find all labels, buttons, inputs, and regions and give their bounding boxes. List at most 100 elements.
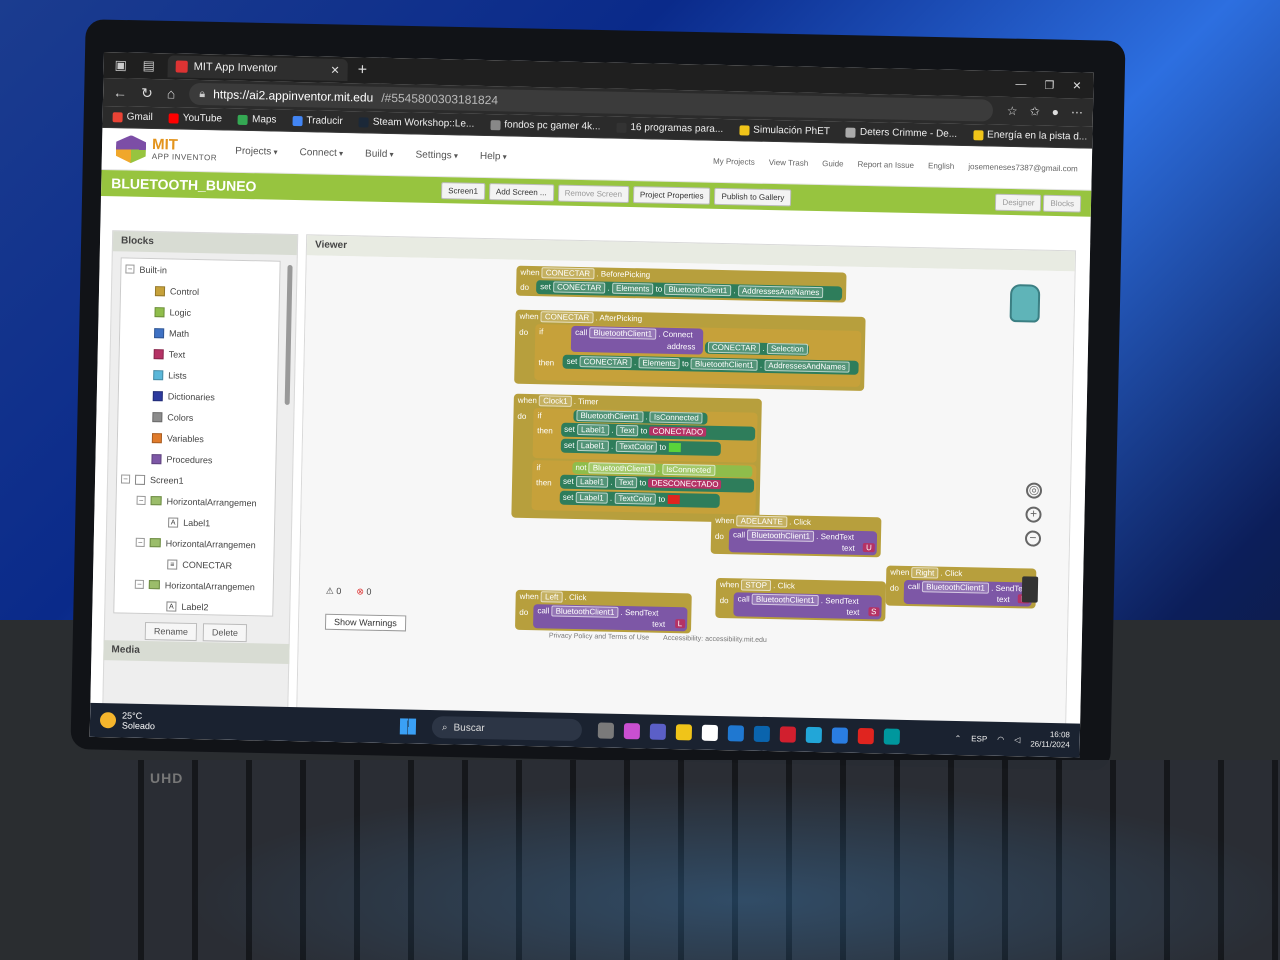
delete-button[interactable]: Delete [202, 623, 248, 643]
component-dropdown[interactable]: ADELANTE [736, 515, 788, 528]
call-sendtext-block[interactable]: call BluetoothClient1 . SendText text U [728, 528, 878, 556]
bt-dropdown[interactable]: BluetoothClient1 [751, 593, 819, 607]
tab-app-inventor[interactable]: MIT App Inventor ✕ [167, 55, 348, 82]
bt-dropdown[interactable]: BluetoothClient1 [588, 462, 656, 475]
copilot-icon[interactable] [623, 723, 641, 740]
set-label-text-block[interactable]: set Label1 . Text to CONECTADO [561, 422, 756, 441]
call-sendtext-block[interactable]: call BluetoothClient1 . SendText text L [533, 604, 688, 632]
source-dropdown[interactable]: BluetoothClient1 [690, 358, 758, 371]
bookmark-item[interactable]: Traducir [292, 115, 343, 127]
blocks-workspace[interactable]: when CONECTAR . BeforePicking do set CON… [296, 255, 1075, 743]
event-block-before-picking[interactable]: when CONECTAR . BeforePicking do set CON… [515, 265, 847, 303]
task-view-icon[interactable] [597, 722, 615, 739]
string-conectado[interactable]: CONECTADO [649, 426, 707, 437]
tree-component-item[interactable]: A Label2 [114, 594, 272, 616]
source-prop-dropdown[interactable]: AddressesAndNames [737, 285, 824, 299]
bookmark-item[interactable]: Energía en la pista d... [973, 129, 1087, 143]
green-color-swatch[interactable] [668, 443, 681, 453]
bookmark-item[interactable]: Steam Workshop::Le... [358, 116, 474, 130]
send-value-string[interactable]: L [674, 619, 686, 629]
event-block-send-text[interactable]: when Left . Click do call BluetoothClient1… [514, 589, 692, 634]
chevron-up-icon[interactable]: ⌃ [954, 733, 961, 742]
component-dropdown[interactable]: CONECTAR [540, 311, 594, 324]
volume-icon[interactable]: ◁ [1014, 735, 1020, 744]
taskbar-search[interactable]: ⌕ Buscar [431, 716, 583, 742]
label-dropdown[interactable]: Label1 [575, 475, 609, 488]
more-icon[interactable]: ⋯ [1071, 105, 1083, 119]
add-screen-button[interactable]: Add Screen ... [488, 182, 554, 201]
menu-projects[interactable]: Projects [235, 146, 278, 158]
collapse-toggle-icon[interactable]: − [134, 579, 144, 589]
rename-button[interactable]: Rename [144, 621, 198, 642]
menu-connect[interactable]: Connect [299, 147, 343, 159]
windows-start-icon[interactable] [399, 718, 417, 735]
bt-dropdown[interactable]: BluetoothClient1 [551, 605, 619, 618]
new-tab-icon[interactable]: + [357, 61, 368, 79]
blocks-button[interactable]: Blocks [1043, 194, 1082, 212]
source-dropdown[interactable]: BluetoothClient1 [664, 283, 732, 297]
if-block[interactable]: if call BluetoothClient1 . Connect addre… [534, 324, 862, 387]
home-icon[interactable]: ⌂ [167, 85, 176, 101]
show-warnings-button[interactable]: Show Warnings [324, 613, 406, 632]
clock[interactable]: 16:08 26/11/2024 [1030, 730, 1070, 751]
bookmark-item[interactable]: Gmail [112, 111, 153, 123]
send-value-string[interactable]: S [868, 607, 880, 617]
target-dropdown[interactable]: CONECTAR [552, 281, 606, 294]
event-block-send-text[interactable]: when Right . Click do call BluetoothClient… [885, 565, 1037, 609]
collapse-toggle-icon[interactable]: − [125, 264, 135, 274]
isconnected-dropdown[interactable]: IsConnected [649, 411, 703, 424]
publish-gallery-button[interactable]: Publish to Gallery [714, 187, 792, 206]
event-block-send-text[interactable]: when STOP . Click do call BluetoothClient1… [715, 577, 887, 622]
project-properties-button[interactable]: Project Properties [632, 185, 711, 205]
teams-icon[interactable] [649, 723, 667, 740]
set-block[interactable]: set CONECTAR . Elements to BluetoothClie… [536, 280, 843, 301]
bookmark-item[interactable]: Deters Crimme - De... [845, 127, 957, 140]
mit-app-inventor-logo[interactable]: MIT APP INVENTOR [116, 135, 218, 165]
event-block-clock-timer[interactable]: when Clock1 . Timer do if BluetoothClien… [511, 393, 762, 523]
link-view-trash[interactable]: View Trash [769, 158, 809, 168]
link-report-issue[interactable]: Report an Issue [857, 160, 914, 170]
file-explorer-icon[interactable] [675, 724, 693, 741]
source-prop-dropdown[interactable]: AddressesAndNames [764, 359, 850, 373]
back-icon[interactable]: ← [113, 84, 127, 100]
set-block[interactable]: set CONECTAR . Elements to BluetoothClie… [562, 354, 859, 375]
bookmark-item[interactable]: YouTube [168, 112, 222, 124]
arduino-icon[interactable] [883, 728, 901, 745]
account-menu[interactable]: josemeneses7387@gmail.com [968, 162, 1078, 173]
component-dropdown[interactable]: STOP [741, 579, 772, 592]
menu-build[interactable]: Build [365, 148, 394, 160]
minimize-icon[interactable]: — [1015, 78, 1026, 91]
app-icon[interactable] [727, 725, 745, 742]
bt-dropdown[interactable]: BluetoothClient1 [576, 409, 644, 423]
bookmark-item[interactable]: Maps [237, 114, 277, 126]
label-dropdown[interactable]: Label1 [575, 491, 608, 504]
set-label-text-block[interactable]: set Label1 . Text to DESCONECTADO [559, 474, 755, 493]
close-window-icon[interactable]: ✕ [1072, 79, 1081, 92]
recenter-icon[interactable]: ◎ [1025, 482, 1043, 499]
if-connected-block[interactable]: if BluetoothClient1 . IsConnected then s… [532, 408, 758, 463]
favorites-icon[interactable]: ✩ [1030, 104, 1040, 118]
string-desconectado[interactable]: DESCONECTADO [648, 478, 722, 490]
set-label-color-block[interactable]: set Label1 . TextColor to [560, 438, 721, 457]
designer-button[interactable]: Designer [995, 193, 1042, 212]
label-dropdown[interactable]: Label1 [576, 423, 610, 436]
selection-property[interactable]: Selection [766, 342, 808, 355]
opera-gx-icon[interactable] [779, 726, 797, 743]
accessibility-link[interactable]: Accessibility: accessibility.mit.edu [663, 635, 767, 644]
menu-help[interactable]: Help [480, 151, 507, 163]
profile-icon[interactable]: ● [1052, 105, 1060, 119]
bt-dropdown[interactable]: BluetoothClient1 [589, 327, 657, 340]
component-dropdown[interactable]: Left [540, 591, 563, 603]
collapse-toggle-icon[interactable]: − [120, 474, 131, 484]
property-dropdown[interactable]: Elements [638, 357, 680, 370]
wifi-icon[interactable]: ◠ [997, 734, 1004, 743]
call-connect-block[interactable]: call BluetoothClient1 . Connect address [570, 325, 704, 355]
event-block-after-picking[interactable]: when CONECTAR . AfterPicking do if call … [514, 309, 866, 391]
set-label-color-block[interactable]: set Label1 . TextColor to [559, 490, 720, 508]
collapse-toggle-icon[interactable]: − [135, 537, 145, 547]
target-dropdown[interactable]: CONECTAR [579, 356, 632, 369]
bt-dropdown[interactable]: BluetoothClient1 [922, 581, 990, 594]
red-color-swatch[interactable] [667, 495, 680, 505]
outlook-icon[interactable] [753, 725, 771, 743]
label-dropdown[interactable]: Label1 [576, 439, 609, 452]
